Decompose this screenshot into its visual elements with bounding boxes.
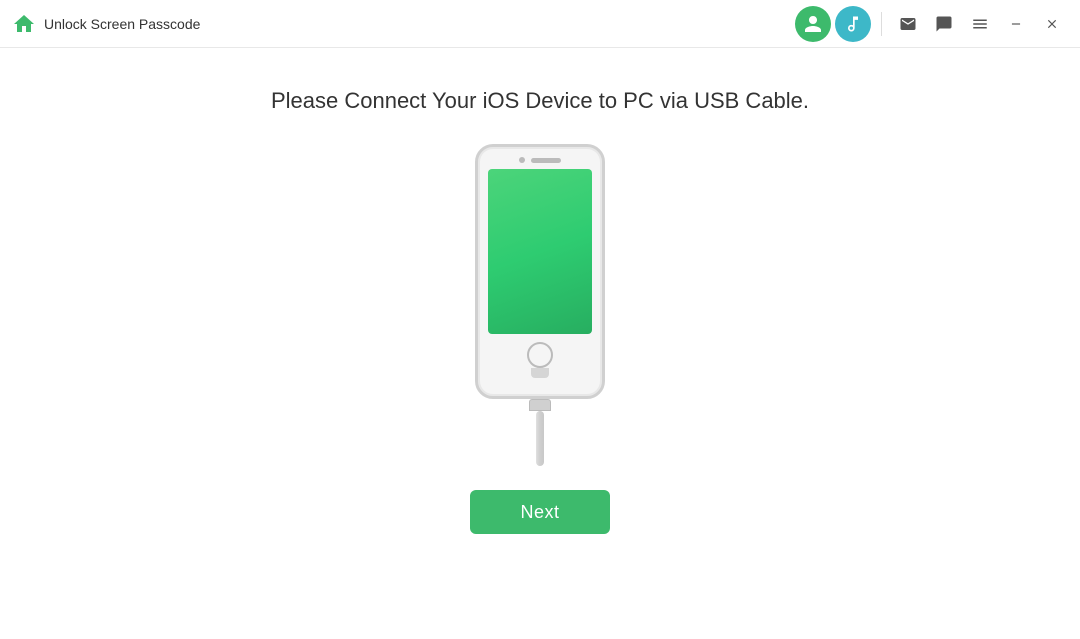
phone-illustration <box>475 144 605 466</box>
cable-line <box>536 411 544 466</box>
title-bar: Unlock Screen Passcode <box>0 0 1080 48</box>
user-icon-btn[interactable] <box>795 6 831 42</box>
search-music-icon <box>843 14 863 34</box>
mail-icon <box>899 15 917 33</box>
usb-cable <box>529 399 551 466</box>
minimize-icon <box>1009 17 1023 31</box>
menu-icon <box>971 15 989 33</box>
main-content: Please Connect Your iOS Device to PC via… <box>0 48 1080 639</box>
minimize-btn[interactable] <box>1000 8 1032 40</box>
app-title: Unlock Screen Passcode <box>44 16 795 32</box>
chat-icon <box>935 15 953 33</box>
close-btn[interactable] <box>1036 8 1068 40</box>
mail-icon-btn[interactable] <box>892 8 924 40</box>
phone-home-button <box>527 342 553 368</box>
next-button[interactable]: Next <box>470 490 609 534</box>
phone-camera-dot <box>519 157 525 163</box>
right-icons <box>795 6 1068 42</box>
instruction-text: Please Connect Your iOS Device to PC via… <box>271 88 809 114</box>
chat-icon-btn[interactable] <box>928 8 960 40</box>
search-music-icon-btn[interactable] <box>835 6 871 42</box>
phone-connector-port <box>531 368 549 378</box>
home-icon <box>12 12 36 36</box>
cable-connector-top <box>529 399 551 411</box>
home-icon-wrap[interactable] <box>12 12 36 36</box>
user-icon <box>803 14 823 34</box>
close-icon <box>1045 17 1059 31</box>
phone-screen <box>488 169 592 334</box>
phone-speaker <box>519 157 561 163</box>
title-divider <box>881 12 882 36</box>
phone-speaker-bar <box>531 158 561 163</box>
menu-icon-btn[interactable] <box>964 8 996 40</box>
phone-body <box>475 144 605 399</box>
